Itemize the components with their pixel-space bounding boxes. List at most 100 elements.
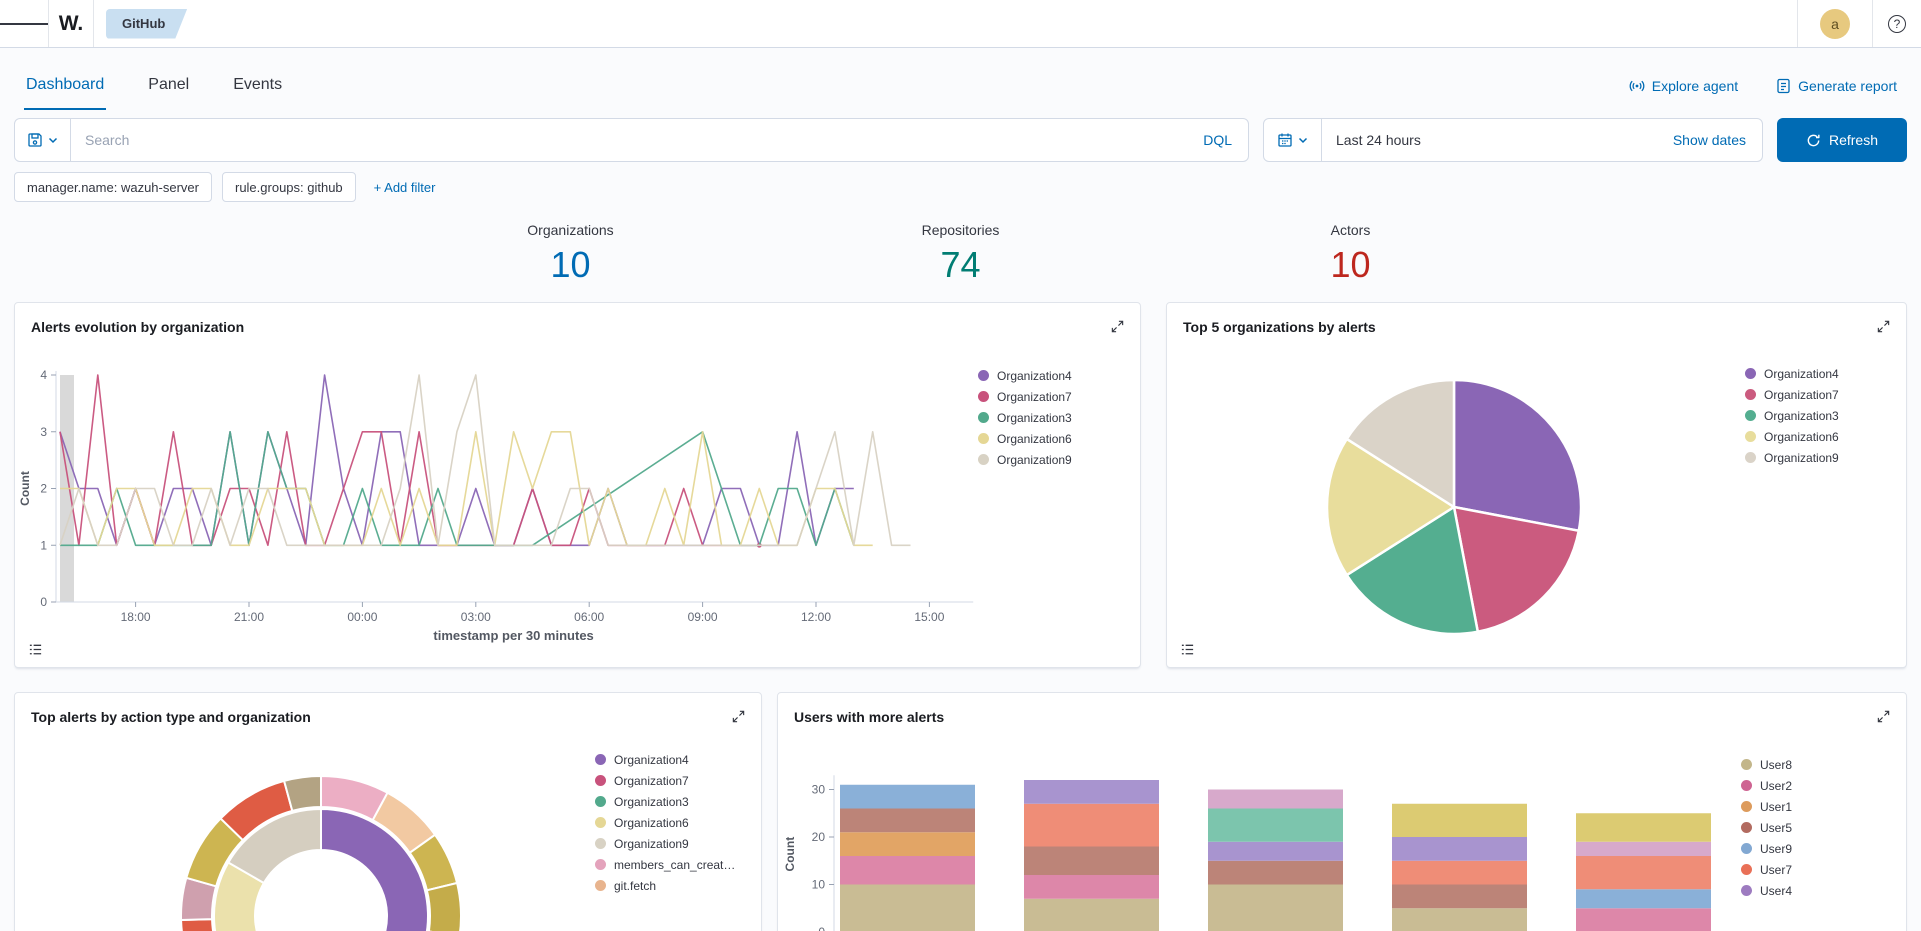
legend-label: User7 (1760, 863, 1792, 877)
legend-item[interactable]: User8 (1741, 758, 1792, 771)
legend-item[interactable]: Organization9 (978, 453, 1072, 466)
stat-actors: Actors 10 (1281, 222, 1421, 286)
legend-item[interactable]: Organization7 (1745, 388, 1839, 401)
avatar[interactable]: a (1820, 9, 1850, 39)
legend-label: Organization4 (614, 753, 689, 767)
tab-dashboard[interactable]: Dashboard (24, 76, 106, 110)
legend-label: User5 (1760, 821, 1792, 835)
legend-dot (595, 796, 606, 807)
legend-dot (1745, 431, 1756, 442)
svg-text:3: 3 (40, 425, 47, 439)
legend-label: Organization7 (997, 390, 1072, 404)
app-tab-label: GitHub (122, 16, 165, 31)
legend-item[interactable]: User2 (1741, 779, 1792, 792)
legend-label: Organization9 (1764, 451, 1839, 465)
legend-dot (595, 754, 606, 765)
expand-icon (731, 709, 746, 724)
expand-button[interactable] (1106, 315, 1128, 337)
legend-label: members_can_creat… (614, 858, 735, 872)
add-filter-button[interactable]: + Add filter (374, 180, 436, 195)
legend-item[interactable]: Organization4 (978, 369, 1072, 382)
pie-chart (1319, 372, 1589, 642)
svg-text:10: 10 (812, 878, 826, 892)
legend-toggle-button[interactable] (1175, 637, 1199, 661)
explore-agent-link[interactable]: Explore agent (1629, 78, 1738, 94)
time-range-value[interactable]: Last 24 hours (1322, 132, 1435, 148)
wazuh-logo[interactable]: W. (49, 12, 93, 36)
tab-events[interactable]: Events (231, 76, 284, 110)
legend-item[interactable]: Organization3 (978, 411, 1072, 424)
legend-item[interactable]: User9 (1741, 842, 1792, 855)
legend-item[interactable]: Organization6 (595, 816, 735, 829)
filter-pill-manager-name[interactable]: manager.name: wazuh-server (14, 172, 212, 202)
calendar-button[interactable] (1264, 119, 1322, 161)
legend-item[interactable]: Organization9 (1745, 451, 1839, 464)
legend-label: User4 (1760, 884, 1792, 898)
chart-legend: Organization4 Organization7 Organization3 O… (595, 753, 735, 892)
svg-text:0: 0 (818, 925, 825, 931)
legend-label: Organization6 (614, 816, 689, 830)
tab-panel[interactable]: Panel (146, 76, 191, 110)
panel-top5-organizations: Top 5 organizations by alerts Organizati… (1166, 302, 1907, 668)
expand-button[interactable] (1872, 315, 1894, 337)
menu-icon[interactable] (0, 0, 48, 47)
legend-item[interactable]: Organization6 (1745, 430, 1839, 443)
expand-icon (1110, 319, 1125, 334)
expand-button[interactable] (1872, 705, 1894, 727)
legend-item[interactable]: Organization3 (595, 795, 735, 808)
legend-item[interactable]: Organization4 (1745, 367, 1839, 380)
legend-item[interactable]: members_can_creat… (595, 858, 735, 871)
generate-report-link[interactable]: Generate report (1776, 78, 1897, 94)
legend-toggle-button[interactable] (23, 637, 47, 661)
svg-text:4: 4 (40, 368, 47, 382)
legend-item[interactable]: User5 (1741, 821, 1792, 834)
svg-text:06:00: 06:00 (574, 610, 604, 624)
legend-item[interactable]: User7 (1741, 863, 1792, 876)
help-icon: ? (1888, 15, 1906, 33)
refresh-button[interactable]: Refresh (1777, 118, 1907, 162)
svg-text:30: 30 (812, 783, 826, 797)
expand-icon (1876, 319, 1891, 334)
legend-label: Organization7 (1764, 388, 1839, 402)
legend-dot (978, 391, 989, 402)
legend-item[interactable]: Organization4 (595, 753, 735, 766)
help-button[interactable]: ? (1873, 0, 1921, 47)
legend-item[interactable]: Organization7 (978, 390, 1072, 403)
legend-item[interactable]: Organization9 (595, 837, 735, 850)
dql-button[interactable]: DQL (1187, 132, 1248, 148)
legend-label: Organization3 (997, 411, 1072, 425)
legend-label: git.fetch (614, 879, 656, 893)
legend-dot (595, 880, 606, 891)
legend-dot (595, 817, 606, 828)
legend-item[interactable]: Organization7 (595, 774, 735, 787)
legend-item[interactable]: Organization3 (1745, 409, 1839, 422)
legend-dot (1741, 864, 1752, 875)
legend-dot (1741, 843, 1752, 854)
wazuh-logo-text: W. (59, 12, 84, 35)
expand-button[interactable] (727, 705, 749, 727)
legend-label: Organization6 (1764, 430, 1839, 444)
chart-legend: User8 User2 User1 User5 User9 User7 User4 (1741, 758, 1792, 897)
show-dates-button[interactable]: Show dates (1657, 132, 1762, 148)
legend-item[interactable]: git.fetch (595, 879, 735, 892)
divider (93, 0, 94, 47)
svg-text:18:00: 18:00 (121, 610, 151, 624)
saved-queries-button[interactable] (15, 119, 71, 161)
legend-dot (1745, 410, 1756, 421)
legend-item[interactable]: User4 (1741, 884, 1792, 897)
search-bar: DQL (14, 118, 1249, 162)
antenna-icon (1629, 78, 1645, 94)
legend-dot (1741, 801, 1752, 812)
legend-item[interactable]: User1 (1741, 800, 1792, 813)
search-input[interactable] (71, 119, 1187, 161)
filter-pill-rule-groups[interactable]: rule.groups: github (222, 172, 356, 202)
stat-value: 10 (501, 244, 641, 286)
legend-item[interactable]: Organization6 (978, 432, 1072, 445)
chart-legend: Organization4 Organization7 Organization3 O… (978, 369, 1072, 466)
legend-dot (1741, 822, 1752, 833)
stat-organizations: Organizations 10 (501, 222, 641, 286)
calendar-icon (1277, 132, 1293, 148)
legend-dot (1741, 759, 1752, 770)
app-tab-github[interactable]: GitHub (106, 9, 187, 39)
sunburst-chart (171, 766, 471, 931)
